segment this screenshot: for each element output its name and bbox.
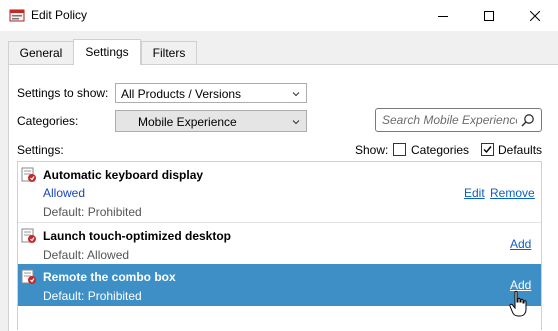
setting-row-touch-desktop[interactable]: Launch touch-optimized desktop Default: … <box>18 223 541 263</box>
close-button[interactable] <box>512 0 558 31</box>
title-bar: Edit Policy <box>0 0 558 31</box>
maximize-icon <box>484 10 494 21</box>
tab-strip: General Settings Filters <box>0 31 558 65</box>
hand-cursor-icon <box>509 290 527 317</box>
search-icon[interactable] <box>521 113 535 127</box>
remove-link[interactable]: Remove <box>490 186 535 200</box>
window-title: Edit Policy <box>31 8 88 22</box>
setting-policy-icon <box>21 269 36 284</box>
minimize-icon <box>438 15 448 17</box>
categories-checkbox-label: Categories <box>411 143 470 157</box>
checkmark-icon <box>483 146 492 154</box>
setting-default: Default: Prohibited <box>43 205 142 219</box>
tab-filters[interactable]: Filters <box>141 41 197 64</box>
tab-settings[interactable]: Settings <box>73 39 141 65</box>
categories-label: Categories: <box>17 114 79 128</box>
setting-default: Default: Prohibited <box>43 289 142 303</box>
settings-to-show-value: All Products / Versions <box>121 87 242 101</box>
setting-policy-icon <box>21 167 36 182</box>
setting-row-combo-box[interactable]: Remote the combo box Default: Prohibited… <box>18 264 541 306</box>
search-input[interactable] <box>382 112 517 128</box>
minimize-button[interactable] <box>420 0 466 31</box>
categories-value: Mobile Experience <box>138 115 237 129</box>
setting-name: Remote the combo box <box>43 270 176 284</box>
settings-to-show-label: Settings to show: <box>17 86 109 100</box>
setting-name: Launch touch-optimized desktop <box>43 229 231 243</box>
edit-link[interactable]: Edit <box>464 186 485 200</box>
close-icon <box>530 10 540 21</box>
policy-app-icon <box>9 9 25 22</box>
tab-general[interactable]: General <box>8 41 74 64</box>
settings-to-show-select[interactable]: All Products / Versions <box>115 83 307 103</box>
categories-checkbox[interactable] <box>393 143 406 156</box>
chevron-down-icon <box>292 92 300 97</box>
show-label: Show: <box>355 143 389 157</box>
setting-default: Default: Allowed <box>43 248 130 262</box>
add-link[interactable]: Add <box>510 237 531 251</box>
defaults-checkbox-label: Defaults <box>498 143 543 157</box>
maximize-button[interactable] <box>466 0 512 31</box>
setting-row-keyboard[interactable]: Automatic keyboard display Allowed Defau… <box>18 162 541 222</box>
categories-select[interactable]: Mobile Experience <box>115 110 307 132</box>
setting-value: Allowed <box>43 186 86 200</box>
defaults-checkbox[interactable] <box>481 143 494 156</box>
settings-list-label: Settings: <box>17 143 64 157</box>
setting-name: Automatic keyboard display <box>43 168 204 182</box>
settings-list: Automatic keyboard display Allowed Defau… <box>17 161 542 330</box>
setting-policy-icon <box>21 228 36 243</box>
chevron-down-icon <box>292 120 300 125</box>
search-box[interactable] <box>375 108 542 132</box>
